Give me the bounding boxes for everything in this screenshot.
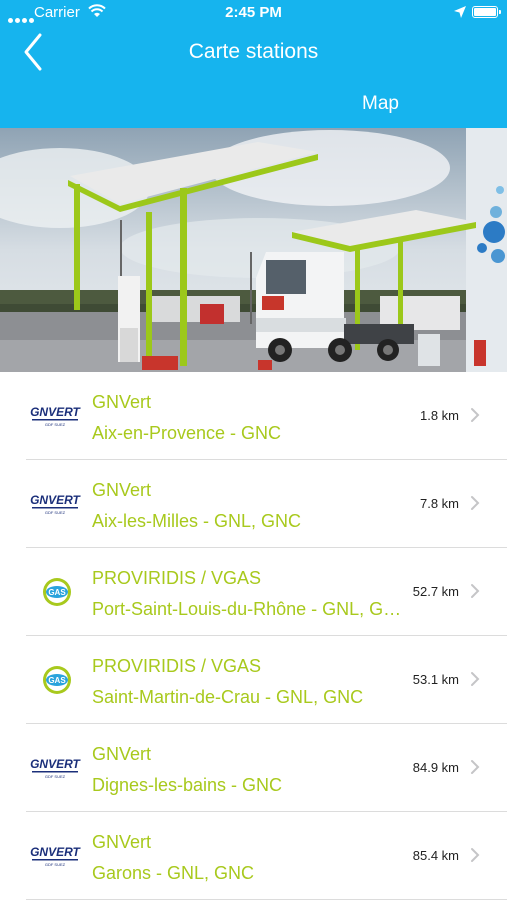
station-distance: 85.4 km: [412, 848, 459, 863]
gnvert-logo-icon: GNVERT GDF SUEZ: [30, 757, 81, 779]
gnvert-logo-icon: GNVERT GDF SUEZ: [30, 405, 81, 427]
chevron-right-icon: [471, 848, 480, 862]
station-list: GNVERT GDF SUEZ GNVert Aix-en-Provence -…: [0, 372, 507, 900]
station-name: GNVert: [92, 480, 152, 500]
station-distance: 84.9 km: [412, 760, 459, 775]
vgas-logo-icon: GAS: [43, 666, 71, 694]
chevron-right-icon: [471, 672, 480, 686]
list-item[interactable]: GAS PROVIRIDIS / VGAS Port-Saint-Louis-d…: [0, 548, 507, 636]
chevron-right-icon: [471, 496, 480, 510]
top-bar: Carrier 2:45 PM Carte stations List Map: [0, 0, 507, 500]
station-name: GNVert: [92, 832, 152, 852]
list-item[interactable]: GAS PROVIRIDIS / VGAS Saint-Martin-de-Cr…: [0, 636, 507, 724]
station-distance: 1.8 km: [419, 408, 459, 423]
navigation-bar: Carte stations: [0, 26, 507, 78]
location-arrow-icon: [454, 6, 466, 18]
station-address: Aix-en-Provence - GNC: [92, 423, 282, 443]
svg-text:GNVERT: GNVERT: [30, 493, 81, 507]
tab-bar: List Map: [0, 84, 507, 500]
station-distance: 52.7 km: [412, 584, 459, 599]
chevron-right-icon: [471, 408, 480, 422]
gnvert-logo-icon: GNVERT GDF SUEZ: [30, 845, 81, 867]
svg-text:GNVERT: GNVERT: [30, 845, 81, 859]
chevron-right-icon: [471, 760, 480, 774]
station-name: GNVert: [92, 392, 152, 412]
tab-map[interactable]: Map: [254, 84, 507, 128]
station-name: GNVert: [92, 744, 152, 764]
svg-text:GAS: GAS: [48, 588, 66, 597]
chevron-right-icon: [471, 584, 480, 598]
clock: 2:45 PM: [225, 4, 282, 21]
station-name: PROVIRIDIS / VGAS: [92, 656, 262, 676]
svg-text:GDF SUEZ: GDF SUEZ: [45, 422, 66, 427]
svg-text:GNVERT: GNVERT: [30, 757, 81, 771]
vgas-logo-icon: GAS: [43, 578, 71, 606]
list-item[interactable]: GNVERT GDF SUEZ GNVert Aix-en-Provence -…: [0, 372, 507, 460]
page-title: Carte stations: [188, 40, 319, 63]
status-bar: Carrier 2:45 PM: [0, 0, 507, 26]
list-item[interactable]: GNVERT GDF SUEZ GNVert Garons - GNL, GNC…: [0, 812, 507, 900]
station-address: Saint-Martin-de-Crau - GNL, GNC: [92, 687, 364, 707]
station-distance: 53.1 km: [412, 672, 459, 687]
gas-station-photo-icon: [0, 128, 507, 372]
svg-text:GNVERT: GNVERT: [30, 405, 81, 419]
gnvert-logo-icon: GNVERT GDF SUEZ: [30, 493, 81, 515]
station-photo: [0, 128, 507, 372]
station-address: Garons - GNL, GNC: [92, 863, 255, 883]
svg-text:GAS: GAS: [48, 676, 66, 685]
svg-text:GDF SUEZ: GDF SUEZ: [45, 774, 66, 779]
station-address: Aix-les-Milles - GNL, GNC: [92, 511, 302, 531]
station-address: Dignes-les-bains - GNC: [92, 775, 283, 795]
svg-text:GDF SUEZ: GDF SUEZ: [45, 862, 66, 867]
svg-text:GDF SUEZ: GDF SUEZ: [45, 510, 66, 515]
list-item[interactable]: GNVERT GDF SUEZ GNVert Aix-les-Milles - …: [0, 460, 507, 548]
battery-icon: [472, 6, 501, 18]
station-name: PROVIRIDIS / VGAS: [92, 568, 262, 588]
station-distance: 7.8 km: [419, 496, 459, 511]
station-address: Port-Saint-Louis-du-Rhône - GNL, GNC: [92, 599, 404, 619]
list-item[interactable]: GNVERT GDF SUEZ GNVert Dignes-les-bains …: [0, 724, 507, 812]
